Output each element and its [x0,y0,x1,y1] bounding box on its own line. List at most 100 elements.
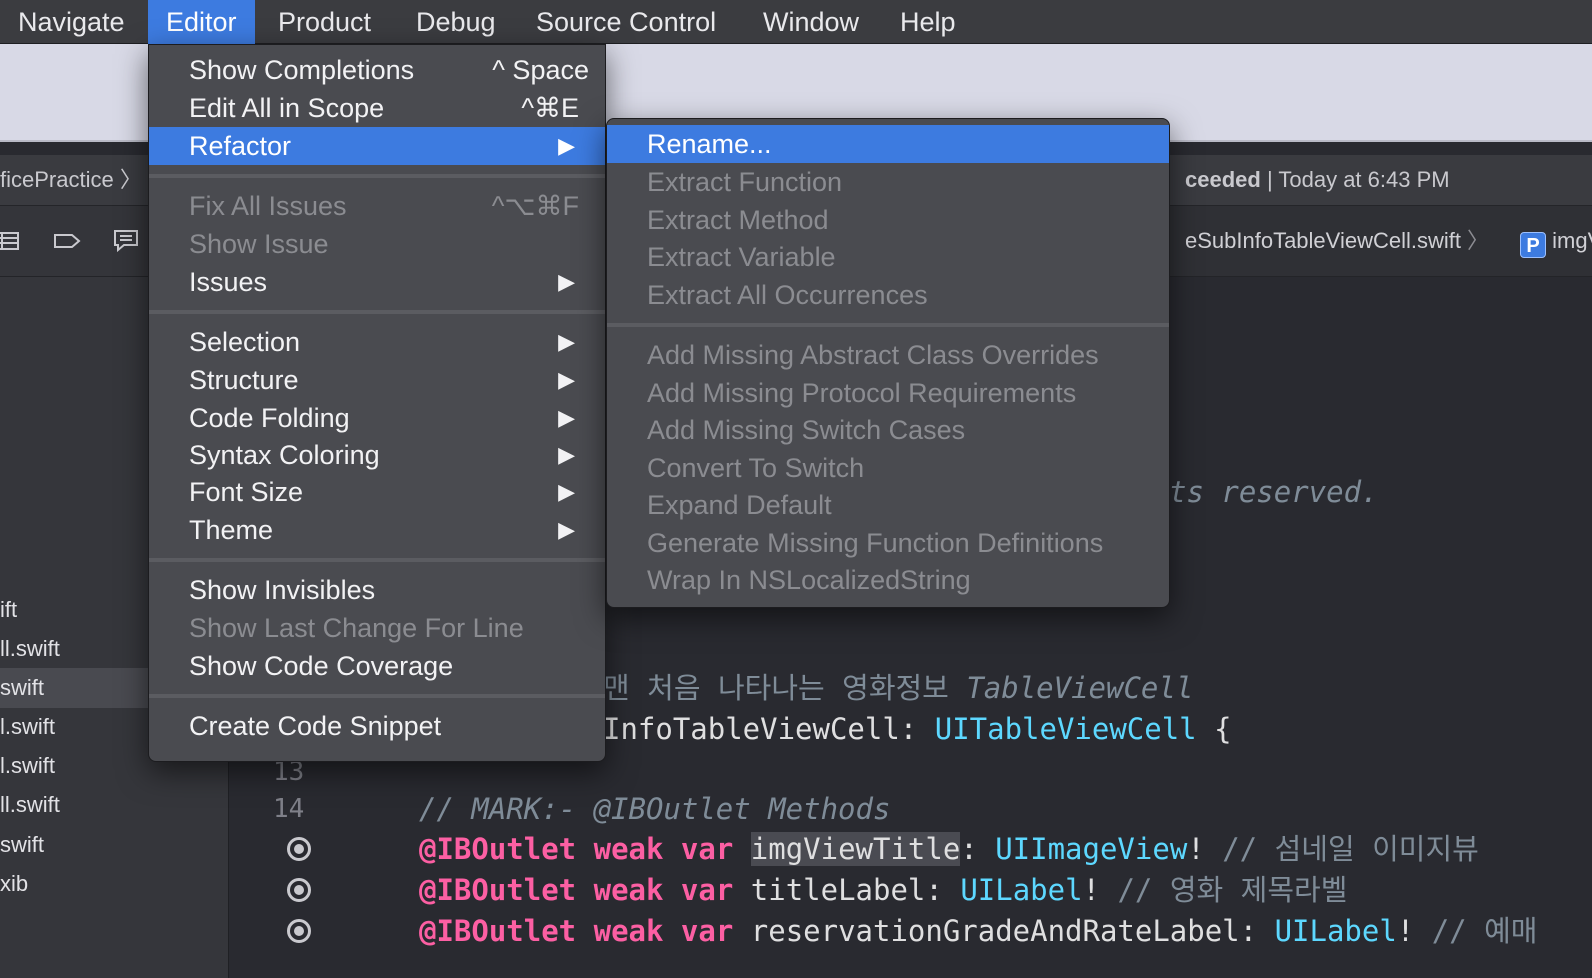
menu-item-edit-all-in-scope[interactable]: Edit All in Scope ^⌘E [149,89,605,127]
menu-item-label: Extract Method [647,205,829,235]
menu-window[interactable]: Window [745,0,877,44]
selected-identifier[interactable]: imgViewTitle [750,832,961,866]
comment-icon[interactable] [112,228,142,254]
open-brace: { [1196,712,1232,746]
weak-keyword: weak [593,873,664,907]
menu-item-label: Rename... [647,129,772,159]
menu-bar: Navigate Editor Product Debug Source Con… [0,0,1592,44]
menu-item-issues[interactable]: Issues ▶ [149,263,605,301]
outlet-attr: @IBOutlet [419,914,577,948]
jump-bar-symbol-name: imgV [1552,228,1592,253]
outlet-comment: // 예매 [1414,914,1538,948]
colon: : [925,873,961,907]
outlet-attr: @IBOutlet [419,832,577,866]
submenu-arrow-icon: ▶ [558,442,575,467]
outlet-type: UILabel [1274,914,1397,948]
weak-keyword: weak [593,832,664,866]
menu-item-convert-to-switch[interactable]: Convert To Switch [607,449,1169,487]
menu-item-extract-all-occurrences[interactable]: Extract All Occurrences [607,276,1169,314]
menu-item-rename[interactable]: Rename... [607,125,1169,163]
jump-bar-separator: 〉 [1466,228,1489,253]
tag-icon[interactable] [52,228,82,254]
menu-item-show-code-coverage[interactable]: Show Code Coverage [149,647,605,685]
menu-separator [149,558,605,562]
list-icon[interactable] [0,228,24,254]
menu-item-theme[interactable]: Theme ▶ [149,511,605,549]
file-item[interactable]: ll.swift [0,785,228,825]
menu-item-extract-function[interactable]: Extract Function [607,163,1169,201]
var-keyword: var [680,832,734,866]
menu-item-label: Extract All Occurrences [647,280,928,310]
menu-item-add-protocol-requirements[interactable]: Add Missing Protocol Requirements [607,374,1169,412]
menu-item-syntax-coloring[interactable]: Syntax Coloring ▶ [149,436,605,474]
menu-item-show-invisibles[interactable]: Show Invisibles [149,571,605,609]
file-item[interactable]: swift [0,825,228,865]
outlet-comment: // 영화 제목라벨 [1100,873,1348,907]
build-status: ceeded | Today at 6:43 PM [1185,165,1450,195]
menu-help[interactable]: Help [882,0,974,44]
submenu-arrow-icon: ▶ [558,133,575,158]
menu-navigate[interactable]: Navigate [0,0,143,44]
bang: ! [1082,873,1100,907]
code-line-outlet: @IBOutlet weak var reservationGradeAndRa… [419,911,1537,951]
outlet-connection-icon[interactable] [287,919,311,943]
menu-item-expand-default[interactable]: Expand Default [607,486,1169,524]
jump-bar-file-name: eSubInfoTableViewCell.swift [1185,228,1461,253]
menu-item-label: Show Completions [189,55,415,85]
menu-separator [149,310,605,314]
class-comment-type: TableViewCell [966,671,1194,705]
menu-item-fix-all-issues[interactable]: Fix All Issues ^⌥⌘F [149,187,605,225]
menu-item-shortcut: ^⌘E [521,93,579,123]
menu-item-structure[interactable]: Structure ▶ [149,361,605,399]
outlet-identifier: reservationGradeAndRateLabel [750,914,1240,948]
mark-comment: // MARK:- @IBOutlet Methods [419,792,891,826]
menu-item-label: Show Issue [189,229,329,259]
var-keyword: var [680,914,734,948]
menu-item-add-switch-cases[interactable]: Add Missing Switch Cases [607,411,1169,449]
menu-item-show-issue[interactable]: Show Issue [149,225,605,263]
menu-item-label: Show Invisibles [189,575,376,605]
menu-item-create-code-snippet[interactable]: Create Code Snippet [149,707,605,745]
menu-editor[interactable]: Editor [148,0,255,44]
class-name: InfoTableViewCell: [603,712,935,746]
menu-item-font-size[interactable]: Font Size ▶ [149,473,605,511]
outlet-connection-icon[interactable] [287,837,311,861]
line-number: 14 [273,794,305,824]
menu-item-generate-function-definitions[interactable]: Generate Missing Function Definitions [607,524,1169,562]
menu-item-label: Refactor [189,131,292,161]
bang: ! [1396,914,1415,948]
menu-product[interactable]: Product [260,0,389,44]
code-line-outlet: @IBOutlet weak var imgViewTitle: UIImage… [419,829,1479,869]
colon: : [960,832,996,866]
menu-source-control[interactable]: Source Control [518,0,734,44]
outlet-connection-icon[interactable] [287,878,311,902]
menu-item-label: Generate Missing Function Definitions [647,528,1104,558]
menu-item-label: Font Size [189,477,304,507]
outlet-attr: @IBOutlet [419,873,577,907]
menu-item-extract-variable[interactable]: Extract Variable [607,238,1169,276]
menu-item-add-abstract-overrides[interactable]: Add Missing Abstract Class Overrides [607,336,1169,374]
menu-item-label: Add Missing Protocol Requirements [647,378,1077,408]
menu-item-wrap-nslocalizedstring[interactable]: Wrap In NSLocalizedString [607,561,1169,599]
menu-item-refactor[interactable]: Refactor ▶ [149,127,605,165]
menu-item-shortcut: ^⌥⌘F [491,191,579,221]
menu-item-selection[interactable]: Selection ▶ [149,323,605,361]
submenu-arrow-icon: ▶ [558,269,575,294]
menu-debug[interactable]: Debug [398,0,514,44]
menu-item-label: Structure [189,365,299,395]
menu-item-code-folding[interactable]: Code Folding ▶ [149,399,605,437]
menu-item-extract-method[interactable]: Extract Method [607,201,1169,239]
outlet-type: UILabel [960,873,1083,907]
file-item[interactable]: xib [0,864,228,904]
copyright-comment: ts reserved. [1169,475,1379,509]
editor-menu: Show Completions ^ Space Edit All in Scop… [148,44,606,762]
project-breadcrumb[interactable]: ficePractice 〉 [0,165,142,195]
menu-item-show-completions[interactable]: Show Completions ^ Space [149,51,605,89]
jump-bar-file[interactable]: eSubInfoTableViewCell.swift 〉 [1185,226,1495,256]
menu-item-show-last-change[interactable]: Show Last Change For Line [149,609,605,647]
jump-bar-symbol[interactable]: P imgV [1520,226,1592,258]
submenu-arrow-icon: ▶ [558,405,575,430]
menu-item-label: Create Code Snippet [189,711,442,741]
menu-item-label: Wrap In NSLocalizedString [647,565,971,595]
bang: ! [1187,832,1205,866]
